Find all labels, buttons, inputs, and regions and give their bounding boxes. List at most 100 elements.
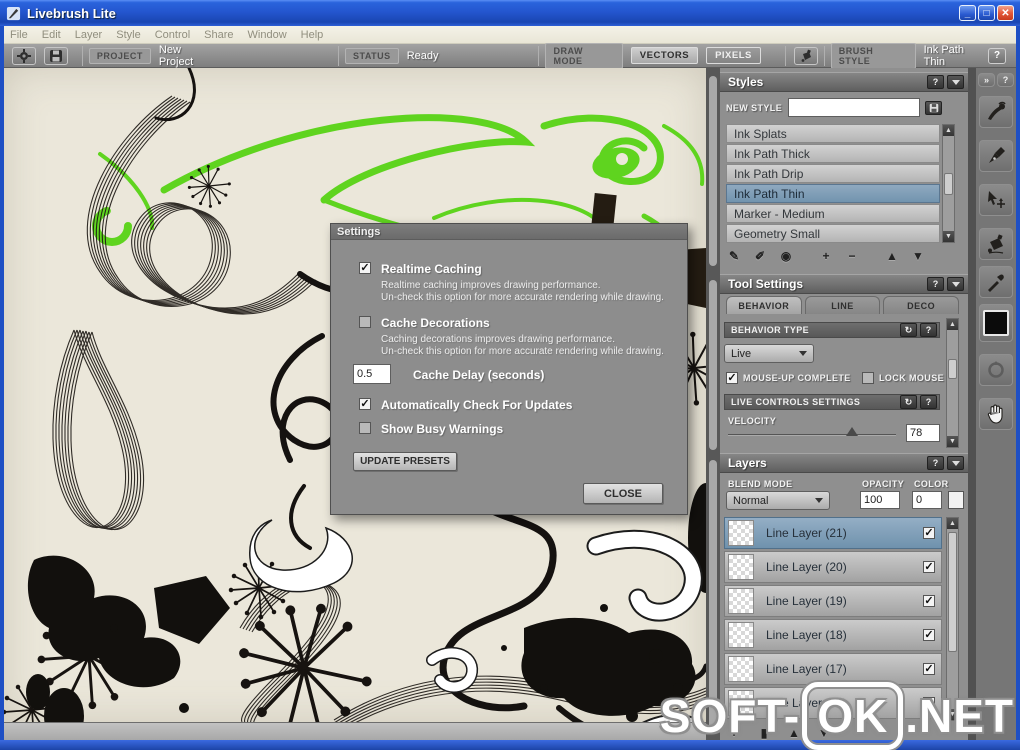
styles-collapse-button[interactable] xyxy=(947,75,964,89)
style-item[interactable]: Ink Path Drip xyxy=(726,164,940,183)
layer-visible-checkbox[interactable] xyxy=(923,629,935,641)
style-item[interactable]: Ink Path Thick xyxy=(726,144,940,163)
menu-control[interactable]: Control xyxy=(155,29,190,41)
scroll-down-icon[interactable]: ▼ xyxy=(947,436,958,447)
layers-help-button[interactable]: ? xyxy=(927,456,944,470)
layer-visible-checkbox[interactable] xyxy=(923,561,935,573)
toolbar-help-button[interactable]: ? xyxy=(988,47,1006,64)
layer-row[interactable]: Line Layer (17) xyxy=(724,653,942,685)
sidebar-scrollbar[interactable] xyxy=(706,68,720,740)
cache-decorations-checkbox[interactable] xyxy=(359,316,371,328)
vectors-mode-button[interactable]: VECTORS xyxy=(630,47,699,64)
close-dialog-button[interactable]: CLOSE xyxy=(583,483,663,504)
behavior-sync-button[interactable]: ↻ xyxy=(900,323,917,337)
auto-updates-checkbox[interactable] xyxy=(359,398,371,410)
update-presets-button[interactable]: UPDATE PRESETS xyxy=(353,452,457,471)
lock-mouse-row[interactable]: LOCK MOUSE xyxy=(862,372,944,384)
pixels-mode-button[interactable]: PIXELS xyxy=(706,47,761,64)
maximize-button[interactable]: □ xyxy=(978,5,995,21)
settings-gear-button[interactable] xyxy=(12,46,36,65)
slider-thumb[interactable] xyxy=(846,427,858,436)
styles-list-scrollbar[interactable]: ▲ ▼ xyxy=(942,124,955,243)
move-tool-button[interactable] xyxy=(979,184,1013,216)
realtime-caching-row[interactable]: Realtime Caching xyxy=(359,262,482,276)
scroll-thumb[interactable] xyxy=(709,280,717,450)
mouse-up-complete-checkbox[interactable] xyxy=(726,372,738,384)
remove-style-button[interactable]: − xyxy=(842,248,862,264)
lock-mouse-checkbox[interactable] xyxy=(862,372,874,384)
new-style-input[interactable] xyxy=(788,98,921,117)
move-style-down-button[interactable]: ▼ xyxy=(908,248,928,264)
opacity-input[interactable] xyxy=(860,491,900,509)
realtime-caching-checkbox[interactable] xyxy=(359,262,371,274)
styles-help-button[interactable]: ? xyxy=(927,75,944,89)
color-swatch-button[interactable] xyxy=(979,304,1013,342)
menu-share[interactable]: Share xyxy=(204,29,233,41)
save-project-button[interactable] xyxy=(43,46,68,65)
menu-layer[interactable]: Layer xyxy=(75,29,103,41)
menu-window[interactable]: Window xyxy=(248,29,287,41)
layer-row[interactable]: Line Layer (18) xyxy=(724,619,942,651)
fill-tool-button[interactable] xyxy=(979,228,1013,260)
cache-decorations-row[interactable]: Cache Decorations xyxy=(359,316,490,330)
layer-visible-checkbox[interactable] xyxy=(923,663,935,675)
velocity-slider[interactable] xyxy=(728,427,896,436)
behavior-help-button[interactable]: ? xyxy=(920,323,937,337)
minimize-button[interactable]: _ xyxy=(959,5,976,21)
auto-updates-row[interactable]: Automatically Check For Updates xyxy=(359,398,572,412)
tool-settings-collapse-button[interactable] xyxy=(947,277,964,291)
scroll-thumb[interactable] xyxy=(948,359,957,379)
layer-color-swatch[interactable] xyxy=(948,491,964,509)
mouse-up-complete-row[interactable]: MOUSE-UP COMPLETE xyxy=(726,372,851,384)
add-style-button[interactable]: + xyxy=(816,248,836,264)
layer-row-selected[interactable]: Line Layer (21) xyxy=(724,517,942,549)
pan-tool-button[interactable] xyxy=(979,398,1013,430)
scroll-up-icon[interactable]: ▲ xyxy=(947,319,958,330)
menu-style[interactable]: Style xyxy=(116,29,140,41)
collapse-panels-button[interactable]: » xyxy=(978,73,995,87)
tool-settings-scrollbar[interactable]: ▲ ▼ xyxy=(946,318,959,448)
busy-warnings-row[interactable]: Show Busy Warnings xyxy=(359,422,503,436)
tab-behavior[interactable]: BEHAVIOR xyxy=(726,296,802,314)
scroll-thumb[interactable] xyxy=(948,532,957,652)
style-item[interactable]: Ink Splats xyxy=(726,124,940,143)
ink-bottle-button[interactable] xyxy=(793,46,818,65)
edit-style-icon[interactable]: ✎ xyxy=(724,248,744,264)
pen-tool-button[interactable] xyxy=(979,140,1013,172)
close-button[interactable]: ✕ xyxy=(997,5,1014,21)
move-style-up-button[interactable]: ▲ xyxy=(882,248,902,264)
cache-delay-input[interactable] xyxy=(353,364,391,384)
menu-edit[interactable]: Edit xyxy=(42,29,61,41)
style-item-selected[interactable]: Ink Path Thin xyxy=(726,184,940,203)
color-input[interactable] xyxy=(912,491,942,509)
layers-collapse-button[interactable] xyxy=(947,456,964,470)
layer-row[interactable]: Line Layer (20) xyxy=(724,551,942,583)
scroll-thumb[interactable] xyxy=(944,173,953,195)
behavior-type-dropdown[interactable]: Live xyxy=(724,344,814,363)
layer-visible-checkbox[interactable] xyxy=(923,595,935,607)
menu-file[interactable]: File xyxy=(10,29,28,41)
scroll-thumb[interactable] xyxy=(709,76,717,266)
eyedropper-tool-button[interactable] xyxy=(979,266,1013,298)
style-item[interactable]: Marker - Medium xyxy=(726,204,940,223)
busy-warnings-checkbox[interactable] xyxy=(359,422,371,434)
toolstrip-help-button[interactable]: ? xyxy=(997,73,1014,87)
layer-visible-checkbox[interactable] xyxy=(923,527,935,539)
refresh-tool-button[interactable] xyxy=(979,354,1013,386)
save-style-button[interactable] xyxy=(925,100,943,115)
live-controls-help-button[interactable]: ? xyxy=(920,395,937,409)
scroll-up-icon[interactable]: ▲ xyxy=(943,125,954,136)
tab-line[interactable]: LINE xyxy=(804,296,881,314)
scroll-down-icon[interactable]: ▼ xyxy=(943,231,954,242)
velocity-input[interactable] xyxy=(906,424,940,442)
brush-tool-button[interactable] xyxy=(979,96,1013,128)
scroll-up-icon[interactable]: ▲ xyxy=(947,518,958,529)
live-controls-sync-button[interactable]: ↻ xyxy=(900,395,917,409)
preview-eye-icon[interactable]: ◉ xyxy=(776,248,796,264)
layer-row[interactable]: Line Layer (19) xyxy=(724,585,942,617)
blend-mode-dropdown[interactable]: Normal xyxy=(726,491,830,510)
tab-deco[interactable]: DECO xyxy=(883,296,960,314)
style-item[interactable]: Geometry Small xyxy=(726,224,940,243)
tool-settings-help-button[interactable]: ? xyxy=(927,277,944,291)
copy-style-icon[interactable]: ✐ xyxy=(750,248,770,264)
